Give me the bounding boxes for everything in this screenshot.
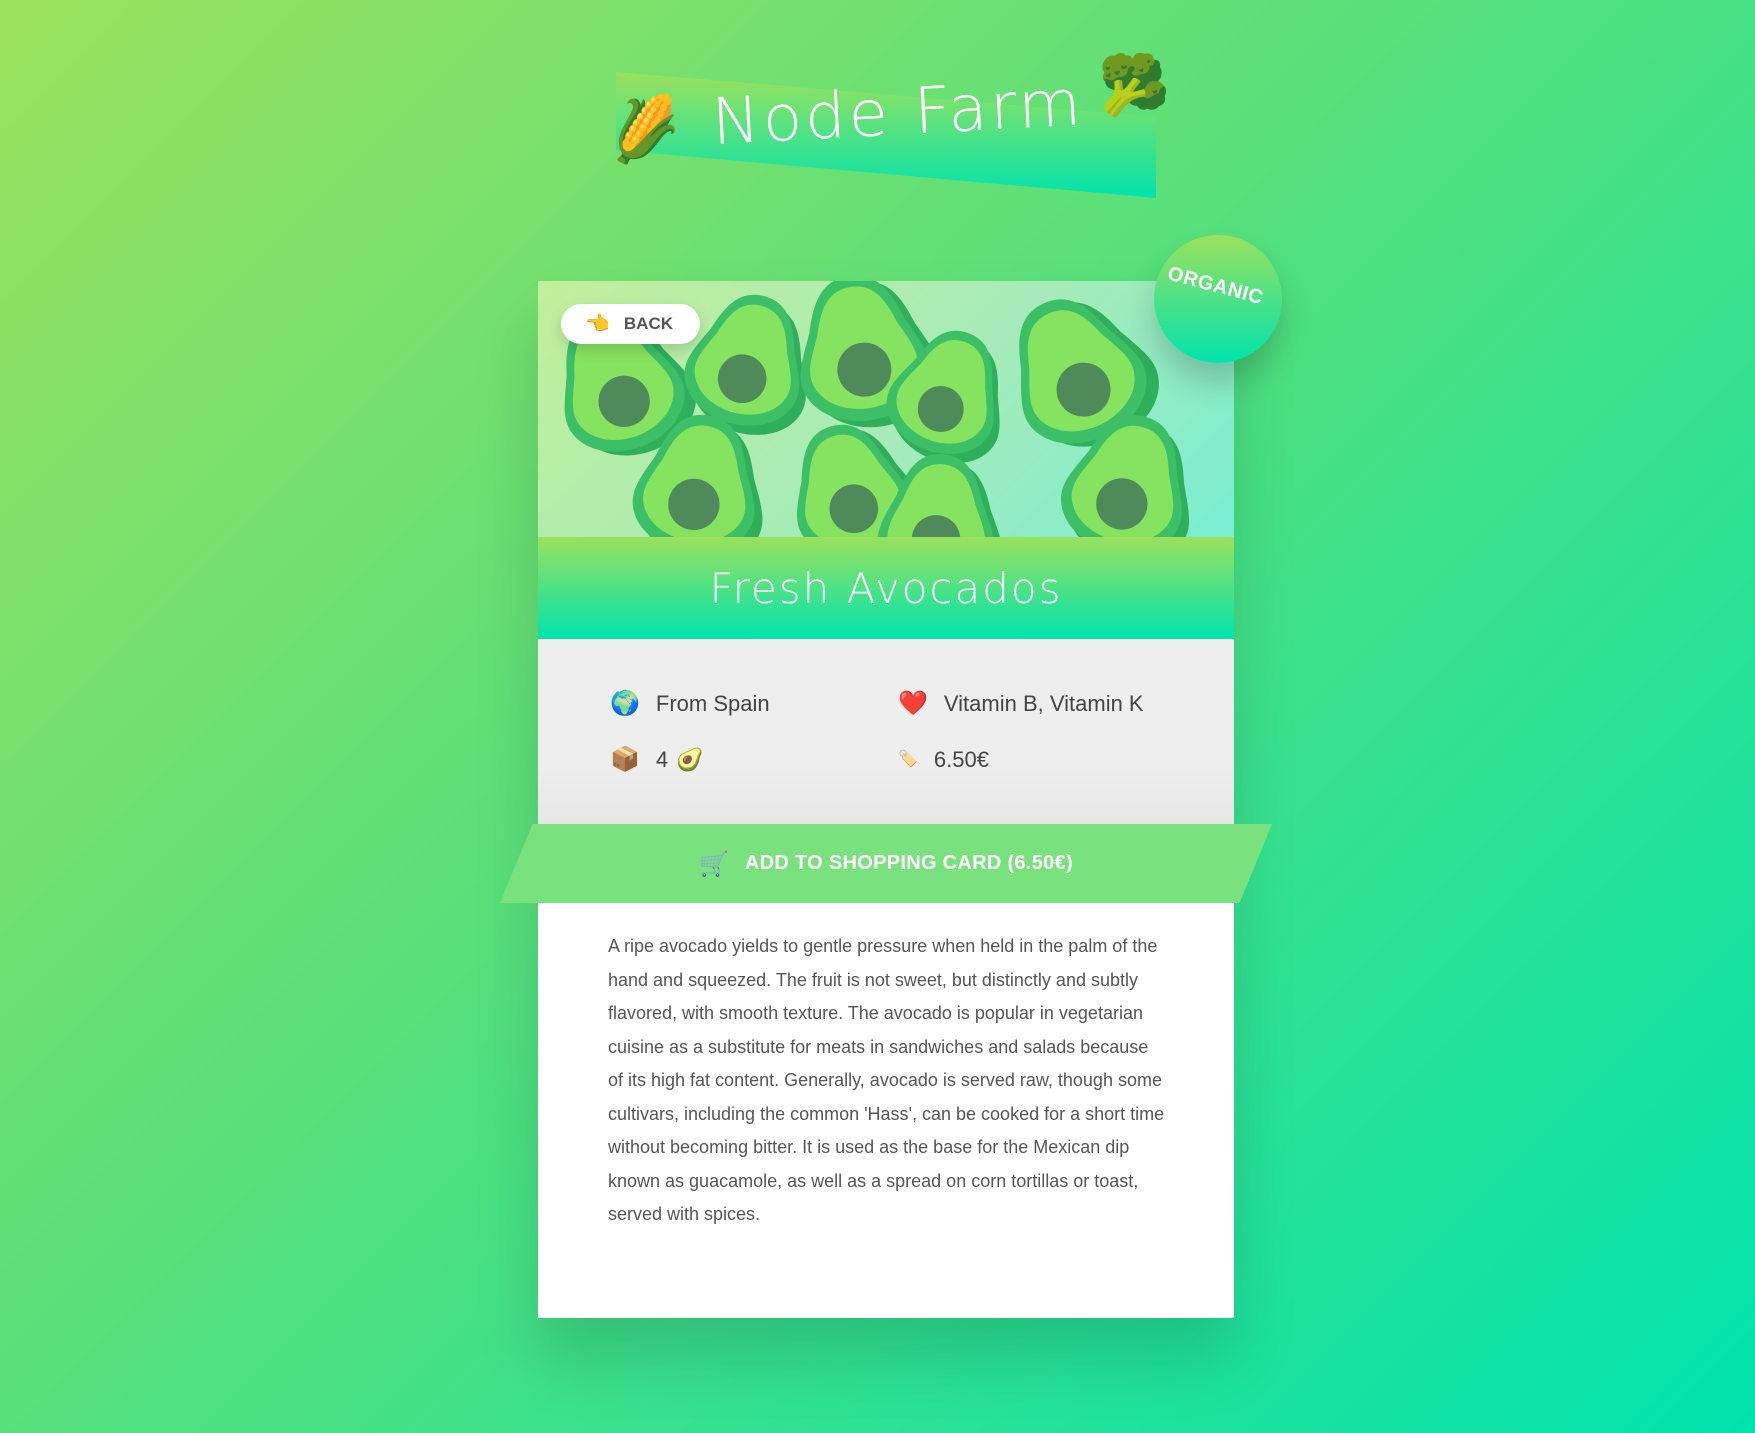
heart-icon: ❤️ — [898, 690, 928, 717]
corn-icon: 🌽 — [602, 89, 686, 169]
product-description: A ripe avocado yields to gentle pressure… — [608, 936, 1165, 1224]
shopping-cart-icon: 🛒 — [699, 849, 729, 878]
product-details: 🌍 From Spain ❤️ Vitamin B, Vitamin K 📦 4… — [538, 639, 1234, 825]
product-card: 👈 Back Fresh Avocados 🌍 From Spain ❤️ Vi… — [538, 281, 1234, 1318]
product-title: Fresh Avocados — [709, 563, 1063, 613]
price-tag-icon: 🏷️ — [898, 751, 918, 768]
avocado-icon: 🥑 — [676, 747, 704, 772]
product-header: Fresh Avocados — [538, 537, 1234, 639]
back-button[interactable]: 👈 Back — [561, 304, 700, 344]
detail-origin: 🌍 From Spain — [610, 691, 770, 717]
detail-price: 🏷️ 6.50€ — [898, 747, 989, 773]
origin-text: From Spain — [655, 691, 770, 716]
nutrients-text: Vitamin B, Vitamin K — [943, 691, 1144, 716]
package-icon: 📦 — [610, 746, 640, 773]
detail-quantity: 📦 4 🥑 — [610, 747, 704, 773]
organic-badge: Organic — [1154, 235, 1282, 363]
pointing-hand-icon: 👈 — [585, 313, 610, 335]
brand-banner: 🌽 Node Farm 🥦 — [603, 56, 1170, 198]
broccoli-icon: 🥦 — [1098, 51, 1171, 119]
quantity-text: 4 — [655, 747, 669, 772]
back-button-label: Back — [623, 314, 674, 333]
add-to-cart-label: Add to shopping card (6.50€) — [744, 852, 1073, 874]
product-image: 👈 Back — [538, 281, 1234, 537]
detail-nutrients: ❤️ Vitamin B, Vitamin K — [898, 691, 1144, 717]
add-to-cart-button[interactable]: 🛒 Add to shopping card (6.50€) — [500, 824, 1272, 903]
globe-icon: 🌍 — [610, 690, 640, 717]
organic-badge-label: Organic — [1165, 262, 1266, 309]
price-text: 6.50€ — [933, 747, 989, 772]
